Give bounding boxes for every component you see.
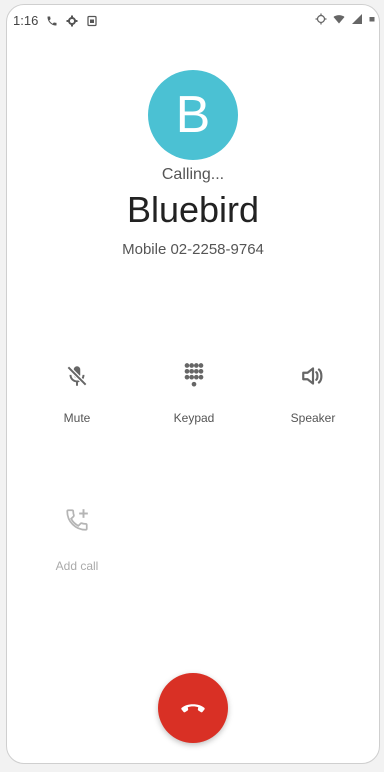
speaker-button[interactable]: Speaker bbox=[263, 363, 363, 425]
location-icon bbox=[315, 13, 327, 25]
speaker-label: Speaker bbox=[290, 411, 336, 425]
caller-name: Bluebird bbox=[126, 189, 260, 230]
add-call-button[interactable]: Add call bbox=[27, 507, 127, 573]
status-time: 1:16 bbox=[13, 13, 39, 28]
end-call-icon bbox=[181, 704, 205, 713]
settings-icon bbox=[66, 15, 78, 26]
wifi-icon bbox=[333, 15, 345, 24]
caller-number: Mobile 02-2258-9764 bbox=[122, 241, 264, 258]
speaker-icon bbox=[302, 367, 323, 385]
avatar-initial: B bbox=[175, 86, 211, 144]
end-call-button[interactable] bbox=[158, 673, 228, 743]
sim-icon bbox=[87, 15, 97, 26]
dialpad-icon bbox=[184, 363, 204, 387]
mute-label: Mute bbox=[63, 411, 91, 425]
keypad-button[interactable]: Keypad bbox=[144, 361, 244, 425]
keypad-label: Keypad bbox=[173, 411, 215, 425]
phone-icon bbox=[47, 16, 57, 25]
status-bar: 1:16 bbox=[7, 5, 379, 35]
add-call-label: Add call bbox=[55, 559, 99, 573]
mute-button[interactable]: Mute bbox=[27, 363, 127, 425]
call-status: Calling... bbox=[161, 166, 225, 183]
signal-icon bbox=[352, 14, 362, 24]
mic-off-icon bbox=[66, 365, 88, 387]
battery-icon bbox=[369, 17, 375, 22]
contact-avatar: B bbox=[148, 70, 238, 160]
phone-screen: 1:16 B Calling... Bluebird Mobile 02-225… bbox=[6, 4, 380, 764]
add-call-icon bbox=[66, 509, 88, 531]
